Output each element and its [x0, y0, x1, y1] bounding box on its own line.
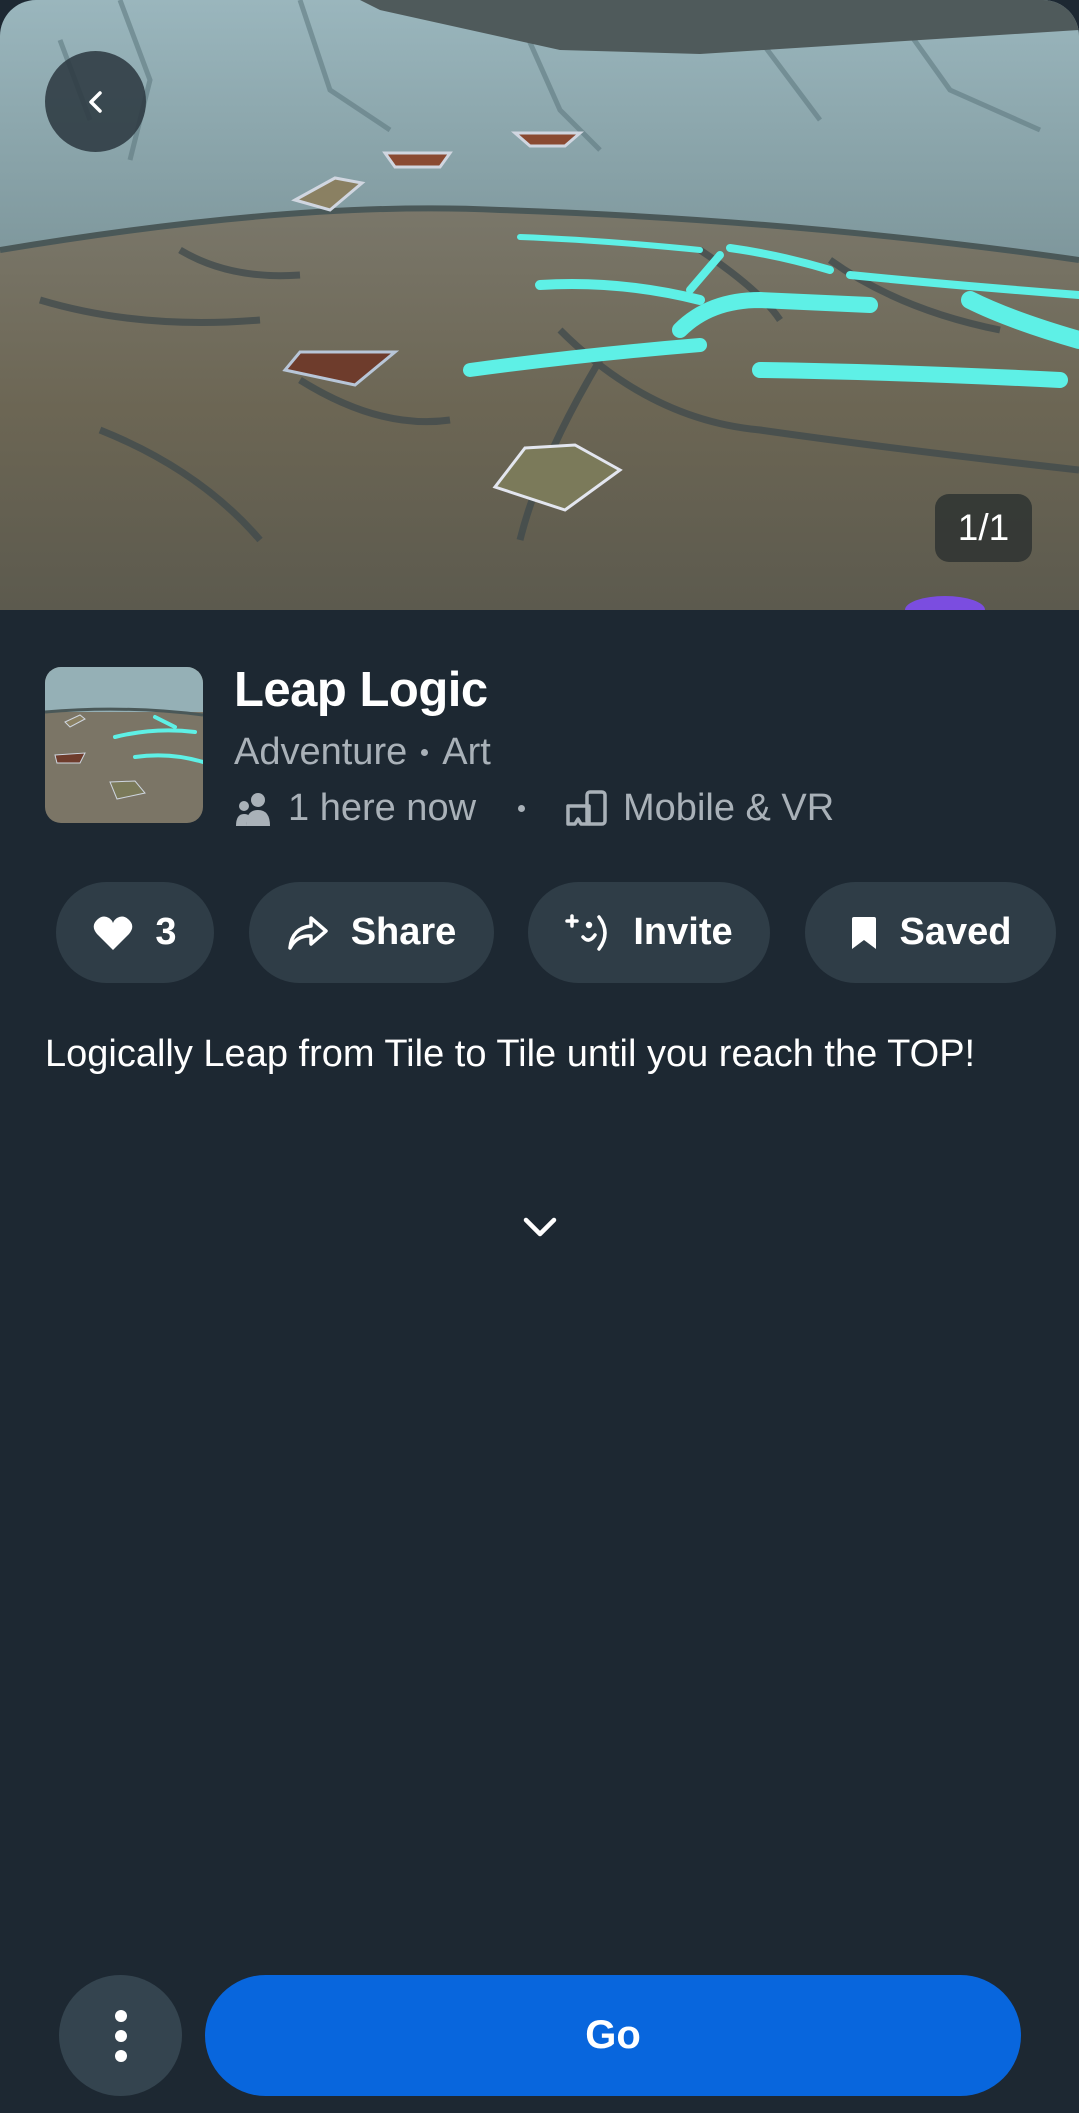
invite-button[interactable]: Invite	[528, 882, 770, 983]
world-detail-page: 1/1 Leap Logic Adventure Art 1 here now …	[0, 0, 1079, 2113]
chevron-left-icon	[88, 90, 102, 113]
saved-label: Saved	[899, 911, 1012, 953]
world-description: Logically Leap from Tile to Tile until y…	[45, 1033, 976, 1075]
separator-dot	[421, 749, 429, 756]
more-options-button[interactable]	[59, 1975, 182, 2096]
share-icon	[287, 914, 329, 952]
world-meta: 1 here now Mobile & VR	[234, 787, 834, 830]
world-scene-image	[0, 0, 1079, 610]
world-title: Leap Logic	[234, 663, 488, 717]
invite-icon	[565, 913, 611, 953]
chevron-down-icon	[523, 1217, 557, 1237]
share-button[interactable]: Share	[249, 882, 494, 983]
bookmark-icon	[850, 915, 878, 951]
world-thumbnail	[45, 667, 203, 823]
likes-count: 3	[155, 911, 177, 953]
hero-image[interactable]: 1/1	[0, 0, 1079, 610]
share-label: Share	[350, 911, 457, 953]
genre-adventure: Adventure	[234, 731, 408, 773]
more-vertical-icon	[114, 2009, 127, 2062]
genre-art: Art	[442, 731, 491, 773]
mobile-vr-icon	[565, 789, 609, 828]
people-icon	[234, 792, 274, 826]
expand-description-button[interactable]	[515, 1202, 565, 1252]
invite-label: Invite	[633, 911, 733, 953]
go-button[interactable]: Go	[205, 1975, 1021, 2096]
presence-count: 1 here now	[288, 787, 477, 829]
back-button[interactable]	[45, 51, 146, 152]
saved-button[interactable]: Saved	[805, 882, 1056, 983]
separator-dot	[518, 805, 526, 812]
heart-icon	[93, 915, 133, 951]
image-counter: 1/1	[935, 494, 1032, 562]
genre-list: Adventure Art	[234, 731, 491, 774]
like-button[interactable]: 3	[56, 882, 214, 983]
platforms-label: Mobile & VR	[623, 787, 835, 829]
